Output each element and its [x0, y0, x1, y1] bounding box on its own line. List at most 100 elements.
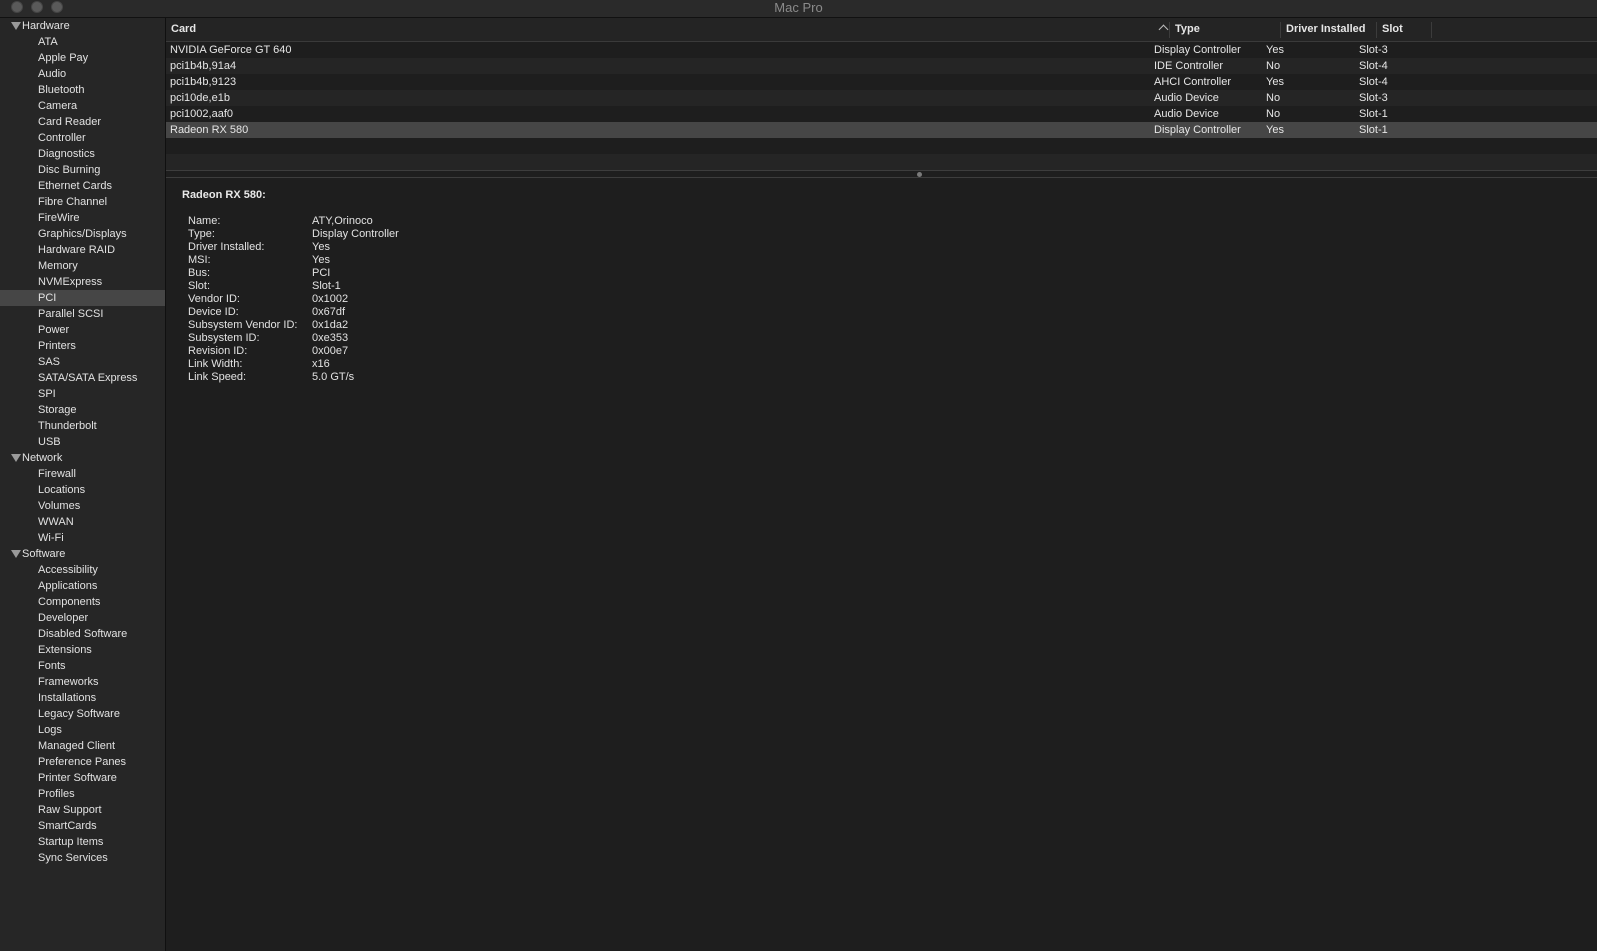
sidebar-item-profiles[interactable]: Profiles [0, 786, 165, 802]
field-label: Name: [188, 215, 221, 227]
sidebar-item-apple-pay[interactable]: Apple Pay [0, 50, 165, 66]
sidebar-item-label: Accessibility [38, 564, 98, 576]
sidebar-item-label: Startup Items [38, 836, 104, 848]
sidebar-item-disc-burning[interactable]: Disc Burning [0, 162, 165, 178]
sidebar-item-label: SATA/SATA Express [38, 372, 138, 384]
cell-card: Radeon RX 580 [170, 124, 249, 136]
sidebar-item-legacy-software[interactable]: Legacy Software [0, 706, 165, 722]
table-row[interactable]: pci10de,e1b Audio Device No Slot-3 [166, 90, 1597, 106]
sidebar-item-memory[interactable]: Memory [0, 258, 165, 274]
field-value: x16 [312, 358, 330, 370]
sidebar-item-components[interactable]: Components [0, 594, 165, 610]
column-header-slot[interactable]: Slot [1377, 18, 1427, 41]
sidebar-item-thunderbolt[interactable]: Thunderbolt [0, 418, 165, 434]
sidebar-item-ethernet-cards[interactable]: Ethernet Cards [0, 178, 165, 194]
field-label: Link Speed: [188, 371, 247, 383]
table-row[interactable]: Radeon RX 580 Display Controller Yes Slot-1 [166, 122, 1597, 138]
column-header-driver-installed[interactable]: Driver Installed [1281, 18, 1376, 41]
sidebar-item-wi-fi[interactable]: Wi-Fi [0, 530, 165, 546]
sidebar-item-sata-sata-express[interactable]: SATA/SATA Express [0, 370, 165, 386]
field-label: Vendor ID: [188, 293, 240, 305]
sidebar-item-disabled-software[interactable]: Disabled Software [0, 626, 165, 642]
sidebar-item-applications[interactable]: Applications [0, 578, 165, 594]
pci-table: Card Type Driver Installed Slot NVIDIA G… [166, 18, 1597, 170]
sidebar-item-extensions[interactable]: Extensions [0, 642, 165, 658]
field-value: 0x67df [312, 306, 346, 318]
sidebar-item-label: Frameworks [38, 676, 99, 688]
sidebar-item-nvmexpress[interactable]: NVMExpress [0, 274, 165, 290]
sidebar-item-fonts[interactable]: Fonts [0, 658, 165, 674]
sidebar-item-sync-services[interactable]: Sync Services [0, 850, 165, 866]
sidebar-item-label: Disc Burning [38, 164, 101, 176]
sidebar-item-accessibility[interactable]: Accessibility [0, 562, 165, 578]
sidebar-item-audio[interactable]: Audio [0, 66, 165, 82]
table-row[interactable]: pci1b4b,9123 AHCI Controller Yes Slot-4 [166, 74, 1597, 90]
sidebar-item-volumes[interactable]: Volumes [0, 498, 165, 514]
sidebar-item-smartcards[interactable]: SmartCards [0, 818, 165, 834]
sidebar-item-label: Sync Services [38, 852, 108, 864]
sidebar-item-label: Locations [38, 484, 86, 496]
cell-card: NVIDIA GeForce GT 640 [170, 44, 292, 56]
cell-slot: Slot-4 [1359, 76, 1388, 88]
sidebar-group-network[interactable]: Network [0, 450, 165, 466]
sidebar-item-locations[interactable]: Locations [0, 482, 165, 498]
sidebar-item-bluetooth[interactable]: Bluetooth [0, 82, 165, 98]
cell-type: Audio Device [1154, 92, 1219, 104]
sidebar-item-spi[interactable]: SPI [0, 386, 165, 402]
sidebar-item-fibre-channel[interactable]: Fibre Channel [0, 194, 165, 210]
sidebar-item-installations[interactable]: Installations [0, 690, 165, 706]
field-value: Display Controller [312, 228, 399, 240]
table-row[interactable]: pci1b4b,91a4 IDE Controller No Slot-4 [166, 58, 1597, 74]
sidebar-item-ata[interactable]: ATA [0, 34, 165, 50]
sidebar-item-card-reader[interactable]: Card Reader [0, 114, 165, 130]
cell-card: pci1002,aaf0 [170, 108, 233, 120]
table-header: Card Type Driver Installed Slot [166, 18, 1597, 42]
cell-driver-installed: Yes [1266, 44, 1284, 56]
column-header-type[interactable]: Type [1170, 18, 1280, 41]
sidebar-item-raw-support[interactable]: Raw Support [0, 802, 165, 818]
cell-type: Display Controller [1154, 124, 1241, 136]
field-label: Slot: [188, 280, 211, 292]
sidebar-item-label: Parallel SCSI [38, 308, 104, 320]
disclosure-triangle-icon[interactable] [11, 550, 21, 558]
chevron-up-icon [1158, 24, 1169, 35]
sidebar-item-sas[interactable]: SAS [0, 354, 165, 370]
sidebar-item-power[interactable]: Power [0, 322, 165, 338]
sidebar-item-usb[interactable]: USB [0, 434, 165, 450]
divider-handle-icon[interactable] [917, 172, 922, 177]
split-view-divider[interactable] [166, 170, 1597, 178]
sidebar-item-parallel-scsi[interactable]: Parallel SCSI [0, 306, 165, 322]
table-row[interactable]: NVIDIA GeForce GT 640 Display Controller Y… [166, 42, 1597, 58]
sidebar-group-software[interactable]: Software [0, 546, 165, 562]
table-row[interactable]: pci1002,aaf0 Audio Device No Slot-1 [166, 106, 1597, 122]
cell-driver-installed: Yes [1266, 124, 1284, 136]
sidebar-item-graphics-displays[interactable]: Graphics/Displays [0, 226, 165, 242]
sidebar-item-preference-panes[interactable]: Preference Panes [0, 754, 165, 770]
sidebar-item-label: Fibre Channel [38, 196, 108, 208]
sidebar-item-startup-items[interactable]: Startup Items [0, 834, 165, 850]
sidebar-item-developer[interactable]: Developer [0, 610, 165, 626]
disclosure-triangle-icon[interactable] [11, 22, 21, 30]
sidebar-item-hardware-raid[interactable]: Hardware RAID [0, 242, 165, 258]
sidebar-item-logs[interactable]: Logs [0, 722, 165, 738]
disclosure-triangle-icon[interactable] [11, 454, 21, 462]
sidebar-item-frameworks[interactable]: Frameworks [0, 674, 165, 690]
column-separator[interactable] [1431, 22, 1432, 38]
field-value: 0x1002 [312, 293, 349, 305]
sidebar-item-storage[interactable]: Storage [0, 402, 165, 418]
sidebar-item-printers[interactable]: Printers [0, 338, 165, 354]
cell-slot: Slot-3 [1359, 92, 1388, 104]
sidebar-item-wwan[interactable]: WWAN [0, 514, 165, 530]
sidebar-item-diagnostics[interactable]: Diagnostics [0, 146, 165, 162]
column-header-card[interactable]: Card [166, 18, 1146, 41]
sidebar-item-firewall[interactable]: Firewall [0, 466, 165, 482]
sidebar-item-printer-software[interactable]: Printer Software [0, 770, 165, 786]
field-label: MSI: [188, 254, 211, 266]
sidebar-item-camera[interactable]: Camera [0, 98, 165, 114]
sidebar-item-label: Ethernet Cards [38, 180, 112, 192]
sidebar-item-controller[interactable]: Controller [0, 130, 165, 146]
sidebar-item-managed-client[interactable]: Managed Client [0, 738, 165, 754]
sidebar-item-firewire[interactable]: FireWire [0, 210, 165, 226]
sidebar-item-pci[interactable]: PCI [0, 290, 165, 306]
sidebar-group-hardware[interactable]: Hardware [0, 18, 165, 34]
